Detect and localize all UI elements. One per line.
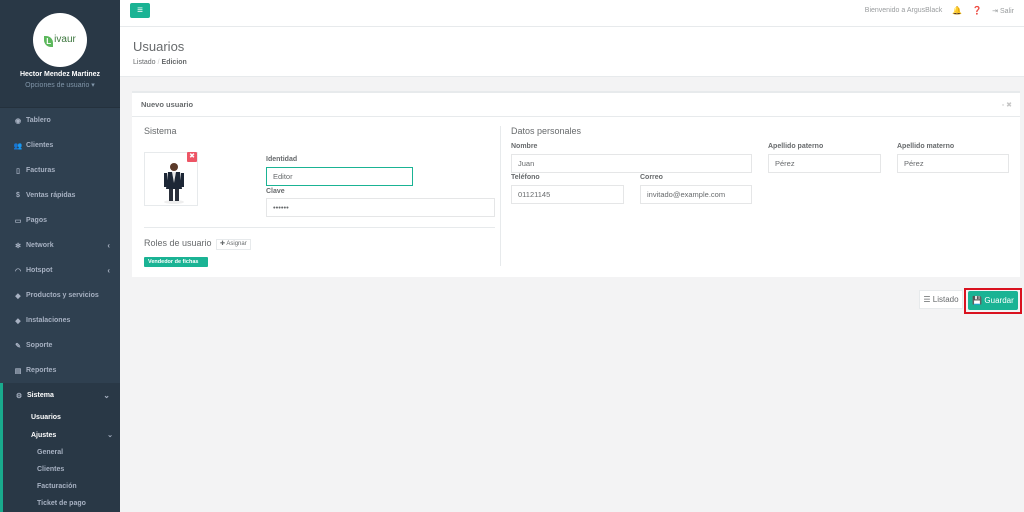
panel-title: Nuevo usuario — [141, 100, 194, 109]
sidebar-item-label: Reportes — [26, 367, 57, 374]
top-right-area: Bienvenido a ArgusBlack 🔔 ❓ ⇥ Salir — [865, 6, 1014, 15]
guardar-button[interactable]: 💾 Guardar — [968, 291, 1018, 310]
sidebar-item-label: Facturas — [26, 167, 56, 174]
section-title-sistema: Sistema — [144, 126, 177, 136]
telefono-label: Teléfono — [511, 174, 540, 181]
sidebar-item-ajustes[interactable]: Ajustes ⌄ — [3, 426, 120, 444]
logout-label: Salir — [999, 7, 1014, 15]
correo-input[interactable]: invitado@example.com — [640, 185, 752, 204]
sidebar-item-reportes[interactable]: ▤ Reportes — [0, 358, 120, 383]
sidebar-item-label: Tablero — [26, 117, 51, 124]
sidebar-item-facturas[interactable]: ▯ Facturas — [0, 158, 120, 183]
chevron-down-icon: ⌄ — [107, 432, 113, 439]
wrench-icon: ✎ — [15, 342, 21, 350]
divider — [144, 227, 495, 228]
sidebar-item-tablero[interactable]: ◉ Tablero — [0, 108, 120, 133]
tag-icon: ◆ — [15, 317, 21, 325]
roles-title: Roles de usuario — [144, 238, 212, 248]
apellido-paterno-input[interactable]: Pérez — [768, 154, 881, 173]
bell-icon[interactable]: 🔔 — [952, 6, 962, 15]
sidebar-item-clientes[interactable]: 👥 Clientes — [0, 133, 120, 158]
sidebar-item-label: Instalaciones — [26, 317, 71, 324]
sidebar-item-label: Network — [26, 242, 54, 249]
sidebar-item-sistema[interactable]: ⚙ Sistema ⌄ — [3, 383, 120, 408]
menu-toggle-button[interactable]: ≡ — [130, 3, 150, 18]
money-icon: ▭ — [14, 217, 22, 225]
sidebar-item-facturacion[interactable]: Facturación — [3, 478, 120, 495]
file-icon: ▯ — [16, 167, 20, 175]
page-heading: Usuarios Listado / Edicion — [120, 27, 1024, 77]
top-navbar: ≡ Bienvenido a ArgusBlack 🔔 ❓ ⇥ Salir — [120, 0, 1024, 27]
nombre-input[interactable]: Juan — [511, 154, 752, 173]
logout-link[interactable]: ⇥ Salir — [992, 7, 1014, 15]
sidebar-item-clientes-settings[interactable]: Clientes — [3, 461, 120, 478]
sidebar-item-pagos[interactable]: ▭ Pagos — [0, 208, 120, 233]
sidebar-item-label: Clientes — [26, 142, 54, 149]
sidebar-item-network[interactable]: ✻ Network ‹ — [0, 233, 120, 258]
user-options-dropdown[interactable]: Opciones de usuario ▾ — [0, 81, 120, 89]
sidebar-item-label: Pagos — [26, 217, 48, 224]
breadcrumb-listado[interactable]: Listado — [133, 59, 156, 66]
sidebar-item-hotspot[interactable]: ◠ Hotspot ‹ — [0, 258, 120, 283]
panel-tools-icons[interactable]: ▫ ✖ — [1002, 101, 1012, 109]
panel-header: Nuevo usuario ▫ ✖ — [132, 93, 1020, 117]
column-divider — [500, 126, 501, 266]
page-title: Usuarios — [133, 39, 185, 54]
sidebar-section-sistema: ⚙ Sistema ⌄ Usuarios Ajustes ⌄ General C… — [0, 383, 120, 512]
dashboard-icon: ◉ — [14, 117, 22, 125]
sidebar: Livaur Hector Mendez Martinez Opciones d… — [0, 0, 120, 512]
assign-role-button[interactable]: ✚ Asignar — [216, 239, 251, 250]
tag-icon: ◆ — [15, 292, 21, 300]
welcome-message: Bienvenido a ArgusBlack — [864, 7, 943, 14]
section-title-datos-personales: Datos personales — [511, 126, 582, 136]
remove-photo-button[interactable]: ✖ — [187, 152, 197, 162]
chevron-left-icon: ‹ — [107, 266, 110, 275]
apellido-materno-input[interactable]: Pérez — [897, 154, 1009, 173]
breadcrumb-separator: / — [157, 59, 160, 66]
help-icon[interactable]: ❓ — [972, 6, 982, 15]
apellido-materno-label: Apellido materno — [897, 143, 955, 150]
wifi-icon: ◠ — [14, 267, 22, 275]
sidebar-item-label: Ajustes — [31, 431, 57, 439]
dollar-icon: $ — [16, 192, 20, 199]
breadcrumb: Listado / Edicion — [133, 59, 187, 66]
password-input[interactable]: •••••• — [266, 198, 495, 217]
cogs-icon: ⚙ — [15, 392, 23, 400]
telefono-input[interactable]: 01121145 — [511, 185, 624, 204]
apellido-paterno-label: Apellido paterno — [768, 143, 824, 150]
sidebar-item-label: Hotspot — [26, 267, 53, 274]
identity-input[interactable]: Editor — [266, 167, 413, 186]
sidebar-item-instalaciones[interactable]: ◆ Instalaciones — [0, 308, 120, 333]
nombre-label: Nombre — [511, 143, 538, 150]
role-badge[interactable]: Vendedor de fichas — [144, 257, 208, 267]
sidebar-item-label: Sistema — [27, 392, 54, 399]
profile-area: Livaur Hector Mendez Martinez Opciones d… — [0, 0, 120, 108]
sidebar-item-ticket-de-pago[interactable]: Ticket de pago — [3, 495, 120, 512]
sidebar-menu: ◉ Tablero 👥 Clientes ▯ Facturas $ Ventas rápida… — [0, 108, 120, 512]
users-icon: 👥 — [13, 142, 23, 150]
sidebar-item-soporte[interactable]: ✎ Soporte — [0, 333, 120, 358]
sign-out-icon: ⇥ — [992, 7, 999, 15]
breadcrumb-edicion: Edicion — [161, 59, 187, 66]
password-label: Clave — [266, 188, 285, 195]
sidebar-item-label: Productos y servicios — [26, 292, 99, 299]
network-icon: ✻ — [15, 242, 21, 250]
chevron-down-icon: ⌄ — [103, 391, 110, 400]
correo-label: Correo — [640, 174, 663, 181]
sidebar-item-label: Soporte — [26, 342, 53, 349]
sidebar-item-usuarios[interactable]: Usuarios — [3, 408, 120, 426]
book-icon: ▤ — [14, 367, 22, 375]
company-logo: Livaur — [33, 13, 87, 67]
listado-button[interactable]: ☰ Listado — [919, 290, 963, 309]
sidebar-item-ventas-rápidas[interactable]: $ Ventas rápidas — [0, 183, 120, 208]
sidebar-item-general[interactable]: General — [3, 444, 120, 461]
chevron-left-icon: ‹ — [107, 241, 110, 250]
profile-name: Hector Mendez Martinez — [19, 71, 101, 78]
identity-label: Identidad — [266, 156, 298, 163]
sidebar-item-label: Ventas rápidas — [26, 192, 76, 199]
sidebar-item-productos-y-servicios[interactable]: ◆ Productos y servicios — [0, 283, 120, 308]
